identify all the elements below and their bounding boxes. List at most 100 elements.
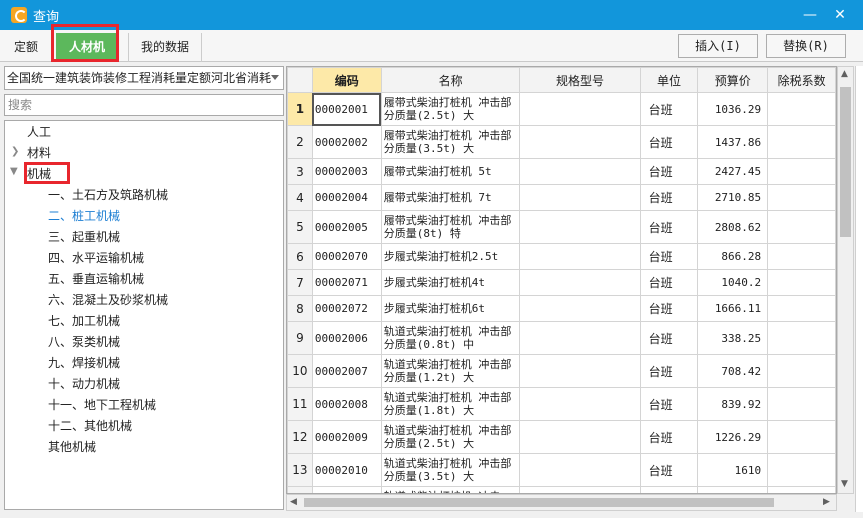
table-row[interactable]: 2 00002002 履带式柴油打桩机 冲击部分质量(3.5t) 大 台班 1437.8… — [287, 125, 836, 159]
tree-item-labor[interactable]: 人工 — [27, 123, 51, 141]
name-cell[interactable]: 轨道式柴油打桩机 冲击部分质量(2.5t) 大 — [380, 420, 521, 454]
table-row[interactable]: 轨道式柴油打桩机 冲击 — [287, 486, 836, 493]
unit-cell[interactable]: 台班 — [639, 420, 699, 454]
header-spec[interactable]: 规格型号 — [519, 67, 641, 93]
unit-cell[interactable]: 台班 — [639, 210, 699, 244]
tree-item-underground-machinery[interactable]: 十一、地下工程机械 — [48, 396, 156, 414]
tree-item-lifting-machinery[interactable]: 三、起重机械 — [48, 228, 120, 246]
price-cell[interactable]: 1226.29 — [697, 420, 769, 454]
header-code[interactable]: 编码 — [311, 67, 382, 93]
tax-coefficient-cell[interactable] — [767, 321, 836, 355]
insert-button[interactable]: 插入(I) — [678, 34, 758, 58]
spec-cell[interactable] — [519, 92, 641, 126]
tree-item-concrete-mortar[interactable]: 六、混凝土及砂浆机械 — [48, 291, 168, 309]
tax-coefficient-cell[interactable] — [767, 269, 836, 296]
price-cell[interactable]: 2427.45 — [697, 158, 769, 185]
code-cell[interactable]: 00002004 — [311, 184, 382, 211]
spec-cell[interactable] — [519, 269, 641, 296]
spec-cell[interactable] — [519, 354, 641, 388]
spec-cell[interactable] — [519, 321, 641, 355]
code-cell[interactable] — [311, 486, 382, 493]
code-cell[interactable]: 00002003 — [311, 158, 382, 185]
price-cell[interactable]: 1610 — [697, 453, 769, 487]
spec-cell[interactable] — [519, 453, 641, 487]
price-cell[interactable]: 2710.85 — [697, 184, 769, 211]
tree-item-other-machinery[interactable]: 其他机械 — [48, 438, 96, 456]
tax-coefficient-cell[interactable] — [767, 210, 836, 244]
tax-coefficient-cell[interactable] — [767, 243, 836, 270]
table-row[interactable]: 4 00002004 履带式柴油打桩机 7t 台班 2710.85 — [287, 184, 836, 211]
header-tax-coefficient[interactable]: 除税系数 — [767, 67, 836, 93]
name-cell[interactable]: 轨道式柴油打桩机 冲击部分质量(0.8t) 中 — [380, 321, 521, 355]
tax-coefficient-cell[interactable] — [767, 125, 836, 159]
code-cell[interactable]: 00002008 — [311, 387, 382, 421]
close-icon[interactable]: ✕ — [830, 5, 850, 25]
tax-coefficient-cell[interactable] — [767, 354, 836, 388]
code-cell[interactable]: 00002010 — [311, 453, 382, 487]
row-number-cell[interactable] — [287, 486, 313, 493]
unit-cell[interactable]: 台班 — [639, 295, 699, 322]
horizontal-scroll-thumb[interactable] — [304, 498, 774, 507]
name-cell[interactable]: 轨道式柴油打桩机 冲击部分质量(1.2t) 大 — [380, 354, 521, 388]
name-cell[interactable]: 轨道式柴油打桩机 冲击 — [380, 486, 521, 493]
row-number-cell[interactable]: 13 — [287, 453, 313, 487]
name-cell[interactable]: 轨道式柴油打桩机 冲击部分质量(1.8t) 大 — [380, 387, 521, 421]
table-row[interactable]: 13 00002010 轨道式柴油打桩机 冲击部分质量(3.5t) 大 台班 1610 — [287, 453, 836, 487]
unit-cell[interactable]: 台班 — [639, 453, 699, 487]
header-name[interactable]: 名称 — [380, 67, 521, 93]
tab-my-data[interactable]: 我的数据 — [128, 33, 202, 62]
tax-coefficient-cell[interactable] — [767, 387, 836, 421]
vertical-scrollbar[interactable]: ▲ ▼ — [837, 66, 854, 494]
library-select[interactable]: 全国统一建筑装饰装修工程消耗量定额河北省消耗 — [4, 66, 284, 90]
scroll-down-icon[interactable]: ▼ — [841, 479, 848, 489]
price-cell[interactable]: 1040.2 — [697, 269, 769, 296]
code-cell[interactable]: 00002006 — [311, 321, 382, 355]
tab-labor-material-machine[interactable]: 人材机 — [56, 33, 118, 62]
tree-item-other-machinery-12[interactable]: 十二、其他机械 — [48, 417, 132, 435]
header-unit[interactable]: 单位 — [639, 67, 699, 93]
table-row[interactable]: 6 00002070 步履式柴油打桩机2.5t 台班 866.28 — [287, 243, 836, 270]
tax-coefficient-cell[interactable] — [767, 420, 836, 454]
row-number-cell[interactable]: 3 — [287, 158, 313, 185]
price-cell[interactable]: 1666.11 — [697, 295, 769, 322]
search-input[interactable] — [4, 94, 284, 116]
name-cell[interactable]: 履带式柴油打桩机 冲击部分质量(3.5t) 大 — [380, 125, 521, 159]
tab-quota[interactable]: 定额 — [4, 33, 48, 62]
row-number-cell[interactable]: 10 — [287, 354, 313, 388]
table-row[interactable]: 9 00002006 轨道式柴油打桩机 冲击部分质量(0.8t) 中 台班 338.25 — [287, 321, 836, 355]
spec-cell[interactable] — [519, 420, 641, 454]
code-cell[interactable]: 00002009 — [311, 420, 382, 454]
row-number-cell[interactable]: 11 — [287, 387, 313, 421]
price-cell[interactable]: 866.28 — [697, 243, 769, 270]
tax-coefficient-cell[interactable] — [767, 453, 836, 487]
price-cell[interactable] — [697, 486, 769, 493]
row-number-cell[interactable]: 1 — [287, 92, 313, 126]
row-number-cell[interactable]: 8 — [287, 295, 313, 322]
table-row[interactable]: 5 00002005 履带式柴油打桩机 冲击部分质量(8t) 特 台班 2808.62 — [287, 210, 836, 244]
price-cell[interactable]: 1437.86 — [697, 125, 769, 159]
name-cell[interactable]: 步履式柴油打桩机6t — [380, 295, 521, 322]
spec-cell[interactable] — [519, 125, 641, 159]
spec-cell[interactable] — [519, 486, 641, 493]
row-number-cell[interactable]: 7 — [287, 269, 313, 296]
row-number-cell[interactable]: 2 — [287, 125, 313, 159]
spec-cell[interactable] — [519, 387, 641, 421]
table-row[interactable]: 3 00002003 履带式柴油打桩机 5t 台班 2427.45 — [287, 158, 836, 185]
tax-coefficient-cell[interactable] — [767, 158, 836, 185]
spec-cell[interactable] — [519, 295, 641, 322]
name-cell[interactable]: 步履式柴油打桩机2.5t — [380, 243, 521, 270]
unit-cell[interactable]: 台班 — [639, 269, 699, 296]
unit-cell[interactable] — [639, 486, 699, 493]
table-row[interactable]: 8 00002072 步履式柴油打桩机6t 台班 1666.11 — [287, 295, 836, 322]
price-cell[interactable]: 839.92 — [697, 387, 769, 421]
price-cell[interactable]: 2808.62 — [697, 210, 769, 244]
tax-coefficient-cell[interactable] — [767, 295, 836, 322]
tree-item-machinery[interactable]: 机械 — [27, 165, 51, 183]
scroll-up-icon[interactable]: ▲ — [841, 69, 848, 79]
tree-item-horizontal-transport[interactable]: 四、水平运输机械 — [48, 249, 144, 267]
replace-button[interactable]: 替换(R) — [766, 34, 846, 58]
scroll-left-icon[interactable]: ◀ — [290, 497, 297, 507]
code-cell[interactable]: 00002071 — [311, 269, 382, 296]
row-number-cell[interactable]: 6 — [287, 243, 313, 270]
tax-coefficient-cell[interactable] — [767, 486, 836, 493]
